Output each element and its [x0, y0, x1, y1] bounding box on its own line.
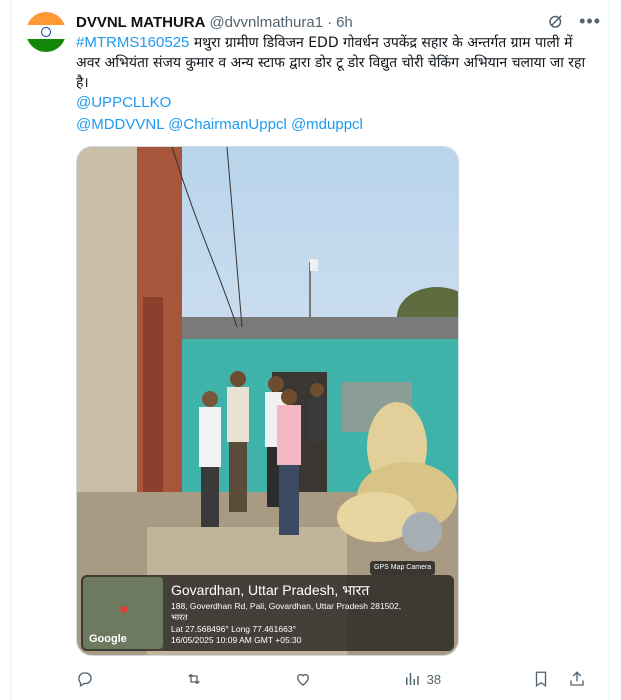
gps-address: 188, Goverdhan Rd, Pali, Govardhan, Utta…	[171, 601, 401, 623]
views-count: 38	[426, 671, 442, 687]
chakra-icon	[41, 27, 51, 37]
mini-map: ● Google	[83, 577, 163, 649]
grok-icon[interactable]	[547, 12, 565, 30]
gps-address-country: भारत	[171, 612, 188, 622]
share-icon[interactable]	[568, 670, 586, 688]
tweet-photo[interactable]: GPS Map Camera ● Google Govardhan, Uttar…	[76, 146, 459, 656]
gps-camera-badge: GPS Map Camera	[370, 561, 436, 575]
mention-line[interactable]: @UPPCLLKO	[76, 93, 586, 113]
tweet-actions: 38	[76, 668, 586, 690]
reply-icon	[78, 672, 92, 687]
avatar[interactable]	[26, 12, 66, 52]
hashtag-link[interactable]: #MTRMS160525	[76, 34, 189, 51]
retweet-button[interactable]	[185, 670, 203, 688]
mention-line[interactable]: @MDDVVNL @ChairmanUppcl @mduppcl	[76, 115, 586, 135]
bookmark-icon[interactable]	[532, 670, 550, 688]
author-name[interactable]: DVVNL MATHURA	[76, 14, 205, 31]
map-pin-icon: ●	[119, 601, 129, 618]
views-icon	[405, 673, 419, 685]
reply-button[interactable]	[76, 670, 94, 688]
author-handle[interactable]: @dvvnlmathura1	[209, 14, 323, 31]
separator-dot: ·	[327, 13, 333, 31]
gps-overlay: ● Google Govardhan, Uttar Pradesh, भारत …	[81, 575, 454, 651]
gps-latlong: Lat 27.568496° Long 77.461663°	[171, 624, 296, 634]
tweet-text: #MTRMS160525 मथुरा ग्रामीण डिविजन EDD गो…	[76, 33, 586, 93]
retweet-icon	[188, 674, 200, 684]
like-button[interactable]	[294, 670, 312, 688]
tweet-header: DVVNL MATHURA @dvvnlmathura1 · 6h •••	[76, 12, 601, 32]
more-icon[interactable]: •••	[579, 12, 601, 30]
timestamp[interactable]: 6h	[336, 14, 353, 31]
gps-address-line: 188, Goverdhan Rd, Pali, Govardhan, Utta…	[171, 601, 402, 611]
gps-place: Govardhan, Uttar Pradesh, भारत	[171, 582, 370, 598]
views-button[interactable]: 38	[403, 670, 441, 688]
like-icon	[296, 673, 309, 686]
map-logo: Google	[89, 633, 127, 645]
gps-datetime: 16/05/2025 10:09 AM GMT +05:30	[171, 635, 302, 645]
